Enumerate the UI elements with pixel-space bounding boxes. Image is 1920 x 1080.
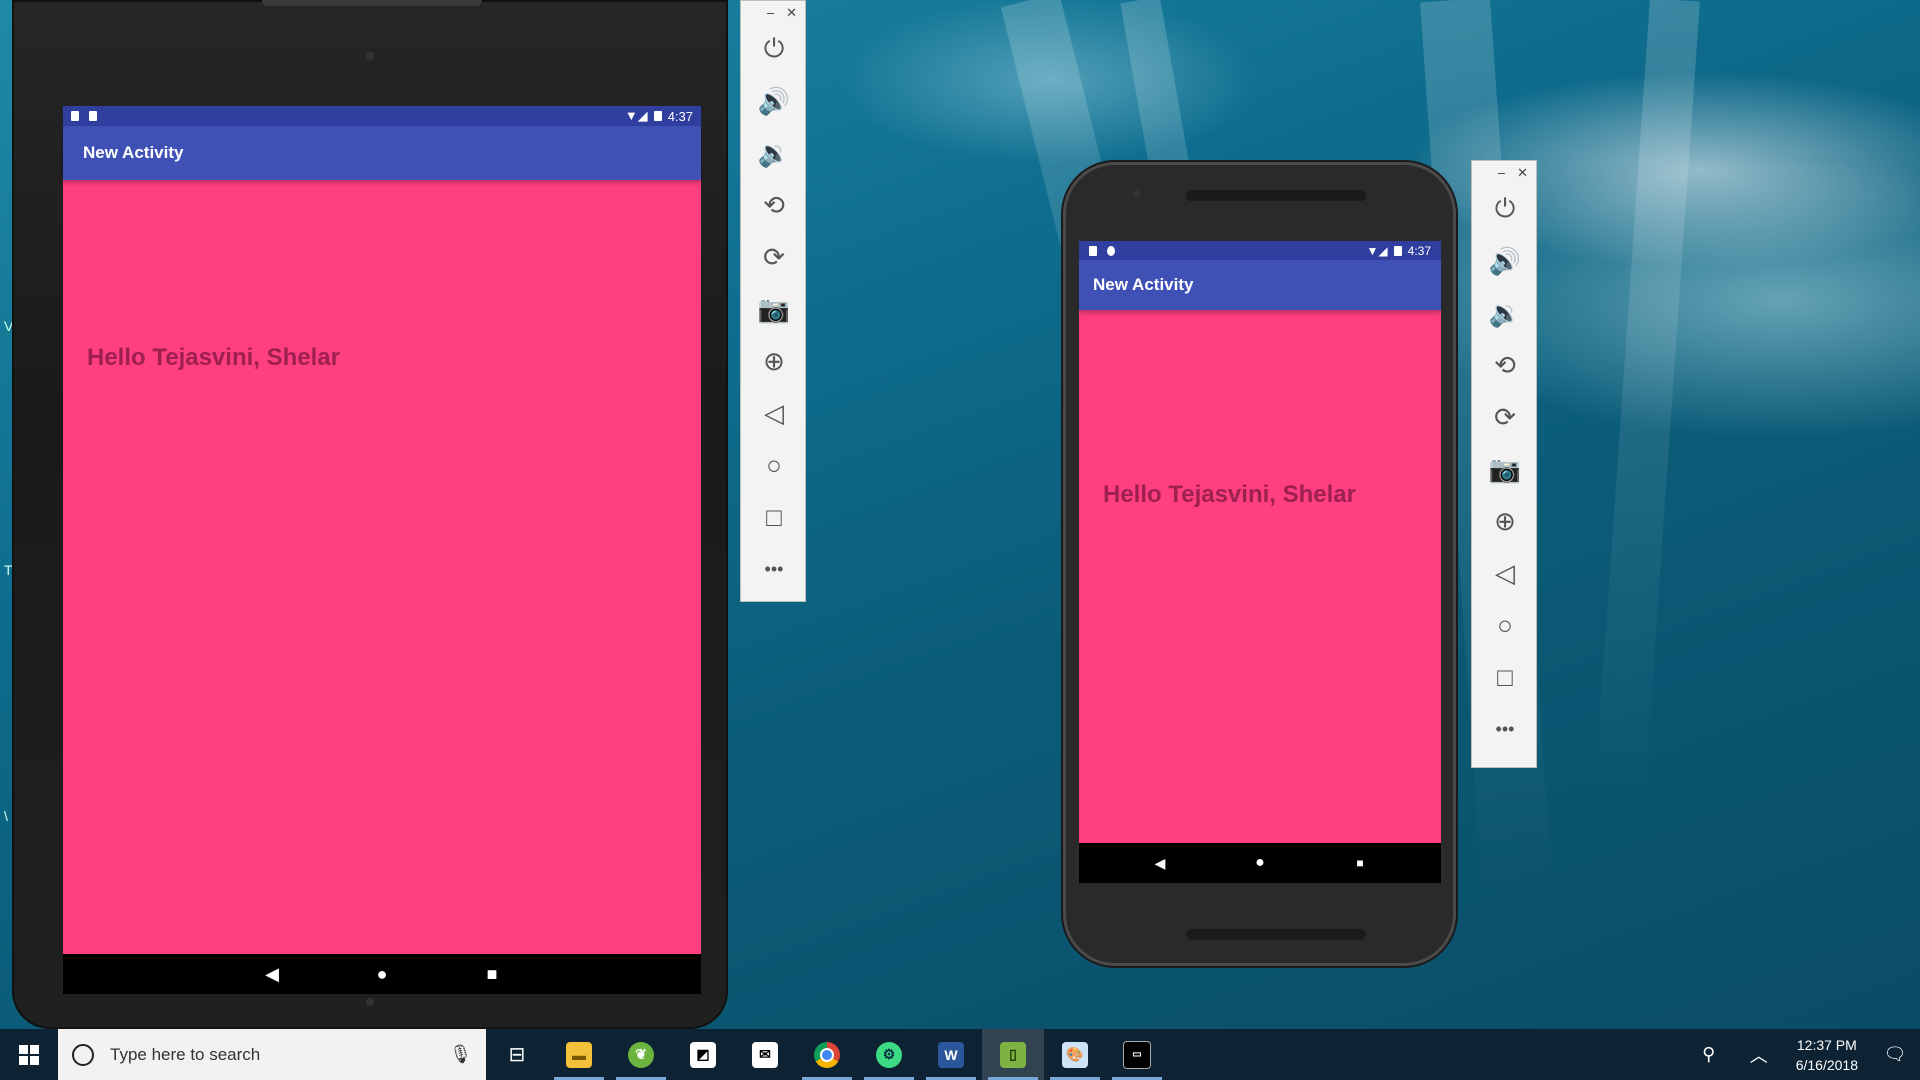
volume-down-icon[interactable]: 🔉 [1472, 287, 1538, 339]
windows-logo-icon [19, 1044, 39, 1065]
home-icon[interactable]: ○ [741, 439, 807, 491]
close-button[interactable]: ✕ [1517, 165, 1528, 183]
emulator-icon[interactable]: ▯ [982, 1029, 1044, 1080]
system-tray: ⚲ ︿ 12:37 PM 6/16/2018 🗨 [1684, 1029, 1920, 1080]
tablet-emulator-toolbar: – ✕ ⏻ 🔊 🔉 ⟲ ⟳ 📷 ⊕ ◁ ○ □ ••• [740, 0, 806, 602]
zoom-icon[interactable]: ⊕ [1472, 495, 1538, 547]
navigation-bar: ◀ ● ■ [63, 954, 701, 994]
volume-down-icon[interactable]: 🔉 [741, 127, 807, 179]
activity-title: New Activity [83, 143, 184, 162]
nav-recents-button[interactable]: ■ [1345, 848, 1375, 878]
nav-home-button[interactable]: ● [1245, 848, 1275, 878]
rotate-right-icon[interactable]: ⟳ [741, 231, 807, 283]
action-center-icon[interactable]: 🗨 [1870, 1029, 1920, 1080]
app-bar: New Activity [63, 126, 701, 180]
nav-home-button[interactable]: ● [367, 959, 397, 989]
desktop-edge-letter: \ [4, 808, 8, 824]
back-icon[interactable]: ◁ [741, 387, 807, 439]
front-camera [366, 52, 374, 60]
wifi-icon: ▼◢ [624, 108, 648, 123]
search-placeholder: Type here to search [110, 1044, 261, 1064]
terminal-icon[interactable]: ▭ [1106, 1029, 1168, 1080]
minimize-button[interactable]: – [767, 5, 774, 23]
app-bar: New Activity [1079, 260, 1441, 310]
taskbar-clock[interactable]: 12:37 PM 6/16/2018 [1784, 1035, 1870, 1075]
clock-date: 6/16/2018 [1795, 1056, 1858, 1073]
rotate-right-icon[interactable]: ⟳ [1472, 391, 1538, 443]
taskbar-search-box[interactable]: Type here to search 🎙 [58, 1029, 486, 1080]
overview-icon[interactable]: □ [741, 491, 807, 543]
tablet-screen[interactable]: ▼◢ 4:37 New Activity Hello Tejasvini, She… [63, 106, 701, 954]
greeting-text: Hello Tejasvini, Shelar [1103, 481, 1356, 508]
sd-card-icon [1089, 245, 1097, 256]
cortana-icon [72, 1043, 94, 1066]
back-icon[interactable]: ◁ [1472, 547, 1538, 599]
power-icon[interactable]: ⏻ [1472, 183, 1538, 235]
notification-icon [89, 111, 97, 121]
status-time: 4:37 [667, 108, 693, 124]
status-bar: ▼◢ 4:37 [63, 106, 701, 126]
more-icon[interactable]: ••• [741, 543, 807, 595]
minimize-button[interactable]: – [1498, 165, 1505, 183]
microphone-icon[interactable]: 🎙 [449, 1044, 472, 1065]
power-icon[interactable]: ⏻ [741, 23, 807, 75]
file-explorer-icon[interactable]: ▬ [548, 1029, 610, 1080]
word-icon[interactable]: W [920, 1029, 982, 1080]
mail-icon[interactable]: ✉ [734, 1029, 796, 1080]
chevron-up-icon[interactable]: ︿ [1734, 1029, 1784, 1080]
clock-time: 12:37 PM [1796, 1036, 1857, 1053]
phone-emulator-frame: ▼◢ 4:37 New Activity Hello Tejasvini, She… [1063, 162, 1456, 966]
rotate-left-icon[interactable]: ⟲ [1472, 339, 1538, 391]
rotate-left-icon[interactable]: ⟲ [741, 179, 807, 231]
status-bar: ▼◢ 4:37 [1079, 241, 1441, 260]
battery-icon [653, 111, 662, 121]
front-camera [1133, 190, 1141, 198]
sticky-notes-icon[interactable]: ◩ [672, 1029, 734, 1080]
top-speaker [1186, 190, 1366, 201]
phone-emulator-toolbar: – ✕ ⏻ 🔊 🔉 ⟲ ⟳ 📷 ⊕ ◁ ○ □ ••• [1471, 160, 1537, 768]
nav-back-button[interactable]: ◀ [1145, 848, 1175, 878]
light-ray [1594, 0, 1700, 800]
wifi-icon: ▼◢ [1366, 243, 1388, 258]
overview-icon[interactable]: □ [1472, 651, 1538, 703]
nav-back-button[interactable]: ◀ [257, 959, 287, 989]
people-icon[interactable]: ⚲ [1684, 1029, 1734, 1080]
camera-icon[interactable]: 📷 [741, 283, 807, 335]
chrome-icon[interactable] [796, 1029, 858, 1080]
zoom-icon[interactable]: ⊕ [741, 335, 807, 387]
navigation-bar: ◀ ● ■ [1079, 843, 1441, 883]
spring-tool-icon[interactable]: ❦ [610, 1029, 672, 1080]
status-time: 4:37 [1407, 243, 1431, 258]
tablet-emulator-frame: ▼◢ 4:37 New Activity Hello Tejasvini, She… [12, 0, 728, 1029]
tablet-sensor [366, 998, 374, 1006]
notification-icon [1107, 245, 1115, 256]
nav-recents-button[interactable]: ■ [477, 959, 507, 989]
more-icon[interactable]: ••• [1472, 703, 1538, 755]
task-view-icon[interactable]: ⊟ [486, 1029, 548, 1080]
camera-icon[interactable]: 📷 [1472, 443, 1538, 495]
home-icon[interactable]: ○ [1472, 599, 1538, 651]
android-studio-icon[interactable]: ⚙ [858, 1029, 920, 1080]
tablet-top-bezel [262, 0, 482, 6]
greeting-text: Hello Tejasvini, Shelar [87, 344, 340, 371]
bottom-speaker [1186, 929, 1366, 940]
close-button[interactable]: ✕ [786, 5, 797, 23]
volume-up-icon[interactable]: 🔊 [741, 75, 807, 127]
volume-up-icon[interactable]: 🔊 [1472, 235, 1538, 287]
activity-title: New Activity [1093, 275, 1194, 294]
sd-card-icon [71, 111, 79, 121]
battery-icon [1393, 245, 1402, 256]
windows-taskbar: Type here to search 🎙 ⊟ ▬ ❦ ◩ ✉ ⚙ W ▯ 🎨 … [0, 1029, 1920, 1080]
paint-icon[interactable]: 🎨 [1044, 1029, 1106, 1080]
start-button[interactable] [0, 1029, 58, 1080]
phone-screen[interactable]: ▼◢ 4:37 New Activity Hello Tejasvini, She… [1079, 241, 1441, 843]
